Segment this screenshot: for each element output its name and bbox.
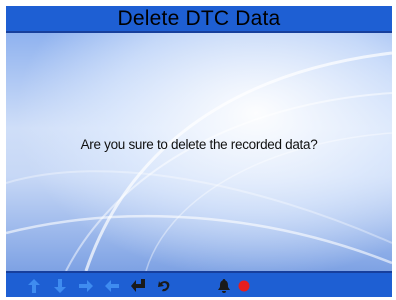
right-arrow-icon[interactable]: [78, 278, 94, 294]
bottom-key-bar: [6, 271, 392, 297]
back-icon[interactable]: [156, 278, 172, 294]
record-icon[interactable]: [236, 278, 252, 294]
down-arrow-icon[interactable]: [52, 278, 68, 294]
background-swoosh: [6, 51, 392, 271]
confirm-message: Are you sure to delete the recorded data…: [80, 137, 318, 152]
device-screen: Delete DTC Data Are you sure to delete t…: [0, 0, 396, 300]
enter-icon[interactable]: [130, 278, 146, 294]
page-title: Delete DTC Data: [117, 6, 281, 30]
up-arrow-icon[interactable]: [26, 278, 42, 294]
title-bar: Delete DTC Data: [6, 6, 392, 33]
content-area: Are you sure to delete the recorded data…: [6, 33, 392, 271]
left-arrow-icon[interactable]: [104, 278, 120, 294]
help-bell-icon[interactable]: [216, 278, 232, 294]
